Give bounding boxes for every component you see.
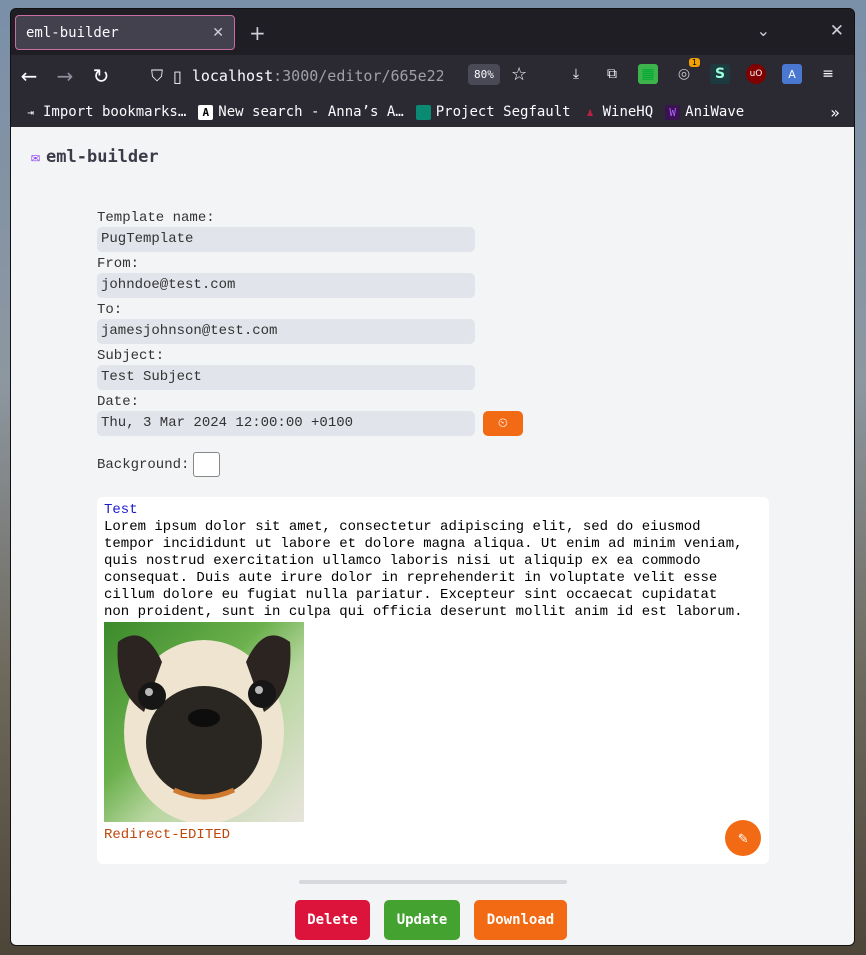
divider: [299, 880, 567, 884]
calendar-clock-icon: ⏲: [497, 416, 509, 431]
email-preview: Test Lorem ipsum dolor sit amet, consect…: [97, 497, 769, 864]
project-segfault-icon: [415, 104, 431, 120]
brand-title: eml-builder: [46, 147, 159, 167]
update-button[interactable]: Update: [384, 900, 460, 940]
extensions-icon[interactable]: ⧉: [602, 64, 622, 84]
download-icon[interactable]: ⤓: [566, 64, 586, 84]
extension-badge-icon[interactable]: ◎ 1: [674, 58, 700, 84]
bookmark-label: WineHQ: [602, 104, 654, 120]
date-input[interactable]: Thu, 3 Mar 2024 12:00:00 +0100: [97, 411, 475, 436]
aniwave-icon: W: [665, 104, 681, 120]
url-bar[interactable]: ⛉ ▯ localhost :3000/editor/665e22bc: [151, 59, 501, 93]
page-icon[interactable]: ▯: [173, 67, 182, 86]
brand: ✉ eml-builder: [31, 147, 159, 167]
zoom-level[interactable]: 80%: [468, 64, 500, 85]
template-form: Template name: PugTemplate From: johndoe…: [97, 209, 523, 477]
edit-content-button[interactable]: ✎: [725, 820, 761, 856]
star-icon[interactable]: ☆: [511, 64, 527, 85]
menu-icon[interactable]: ≡: [818, 64, 838, 84]
close-window-icon[interactable]: ✕: [830, 21, 844, 41]
template-name-label: Template name:: [97, 210, 215, 226]
new-tab-icon[interactable]: +: [249, 21, 266, 45]
mail-icon: ✉: [31, 149, 41, 167]
calendar-clock-button[interactable]: ⏲: [483, 411, 523, 436]
toolbar-icons: ⤓ ⧉ ▦ ◎ 1 S uO A ≡: [566, 58, 838, 84]
edit-icon: ✎: [738, 830, 748, 848]
tab-eml-builder[interactable]: eml-builder ✕: [15, 15, 235, 50]
shield-icon[interactable]: ⛉: [151, 66, 163, 86]
nav-bar: ← → ↻ ⛉ ▯ localhost :3000/editor/665e22b…: [11, 55, 854, 97]
template-name-input[interactable]: PugTemplate: [97, 227, 475, 252]
tab-title: eml-builder: [26, 24, 119, 41]
download-button[interactable]: Download: [474, 900, 567, 940]
sheet-extension-icon[interactable]: ▦: [638, 64, 658, 84]
date-label: Date:: [97, 394, 140, 410]
bookmark-aniwave[interactable]: W AniWave: [665, 104, 744, 120]
to-input[interactable]: jamesjohnson@test.com: [97, 319, 475, 344]
chevron-right-double-icon[interactable]: »: [830, 103, 840, 122]
background-color-picker[interactable]: [193, 452, 221, 477]
subject-input[interactable]: Test Subject: [97, 365, 475, 390]
action-buttons: Delete Update Download: [295, 900, 567, 940]
bookmark-label: Project Segfault: [435, 104, 571, 120]
back-icon[interactable]: ←: [11, 64, 47, 88]
pug-illustration: [117, 635, 291, 822]
to-label: To:: [97, 302, 123, 318]
url-path: :3000/editor/665e22bc: [273, 67, 443, 85]
preview-redirect-link[interactable]: Redirect-EDITED: [104, 827, 762, 843]
pug-image: [104, 622, 304, 822]
delete-button[interactable]: Delete: [295, 900, 370, 940]
bookmark-annas-archive[interactable]: A New search - Anna’s A…: [198, 104, 404, 120]
forward-icon[interactable]: →: [47, 64, 83, 88]
bookmark-label: Import bookmarks…: [43, 104, 187, 120]
subject-label: Subject:: [97, 348, 165, 364]
ublock-icon[interactable]: uO: [746, 64, 766, 84]
import-icon: ⇥: [27, 105, 34, 119]
chevron-down-icon[interactable]: ⌄: [757, 21, 770, 40]
bookmarks-bar: ⇥ Import bookmarks… A New search - Anna’…: [11, 97, 854, 127]
close-tab-icon[interactable]: ✕: [212, 25, 224, 41]
bookmark-label: AniWave: [685, 104, 745, 120]
from-input[interactable]: johndoe@test.com: [97, 273, 475, 298]
translate-icon[interactable]: A: [782, 64, 802, 84]
preview-body: Lorem ipsum dolor sit amet, consectetur …: [104, 519, 743, 620]
background-label: Background:: [97, 456, 190, 473]
from-label: From:: [97, 256, 140, 272]
page-content: ✉ eml-builder Template name: PugTemplate…: [11, 127, 854, 945]
bookmark-project-segfault[interactable]: Project Segfault: [415, 104, 571, 120]
url-host: localhost: [191, 67, 274, 85]
extension-badge: 1: [688, 58, 700, 67]
preview-link[interactable]: Test: [104, 502, 762, 519]
bookmark-winehq[interactable]: ♟ WineHQ: [583, 104, 654, 120]
tab-strip: eml-builder ✕ + ⌄ ✕: [11, 9, 854, 55]
s-extension-icon[interactable]: S: [710, 64, 730, 84]
bookmark-label: New search - Anna’s A…: [218, 104, 404, 120]
annas-archive-icon: A: [198, 104, 214, 120]
reload-icon[interactable]: ↻: [83, 64, 119, 88]
bookmark-import[interactable]: ⇥ Import bookmarks…: [23, 104, 186, 120]
winehq-icon: ♟: [586, 105, 594, 119]
browser-window: eml-builder ✕ + ⌄ ✕ ← → ↻ ⛉ ▯ localhost …: [10, 8, 855, 946]
